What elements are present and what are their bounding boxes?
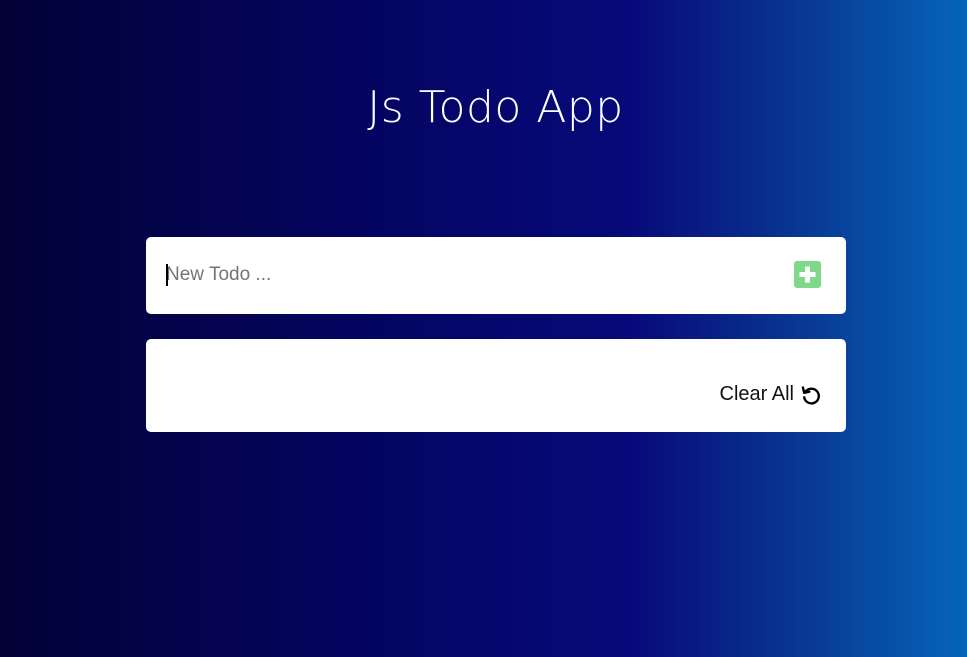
clear-all-label: Clear All	[719, 383, 794, 405]
add-todo-button[interactable]	[794, 261, 821, 288]
new-todo-input[interactable]	[166, 257, 766, 293]
undo-icon	[801, 385, 820, 405]
todo-list-card: Clear All	[146, 339, 846, 432]
new-todo-card	[146, 237, 846, 314]
text-caret	[166, 264, 168, 286]
clear-all-button[interactable]: Clear All	[720, 383, 822, 406]
plus-icon	[799, 266, 816, 283]
page-title: Js Todo App	[367, 82, 624, 133]
